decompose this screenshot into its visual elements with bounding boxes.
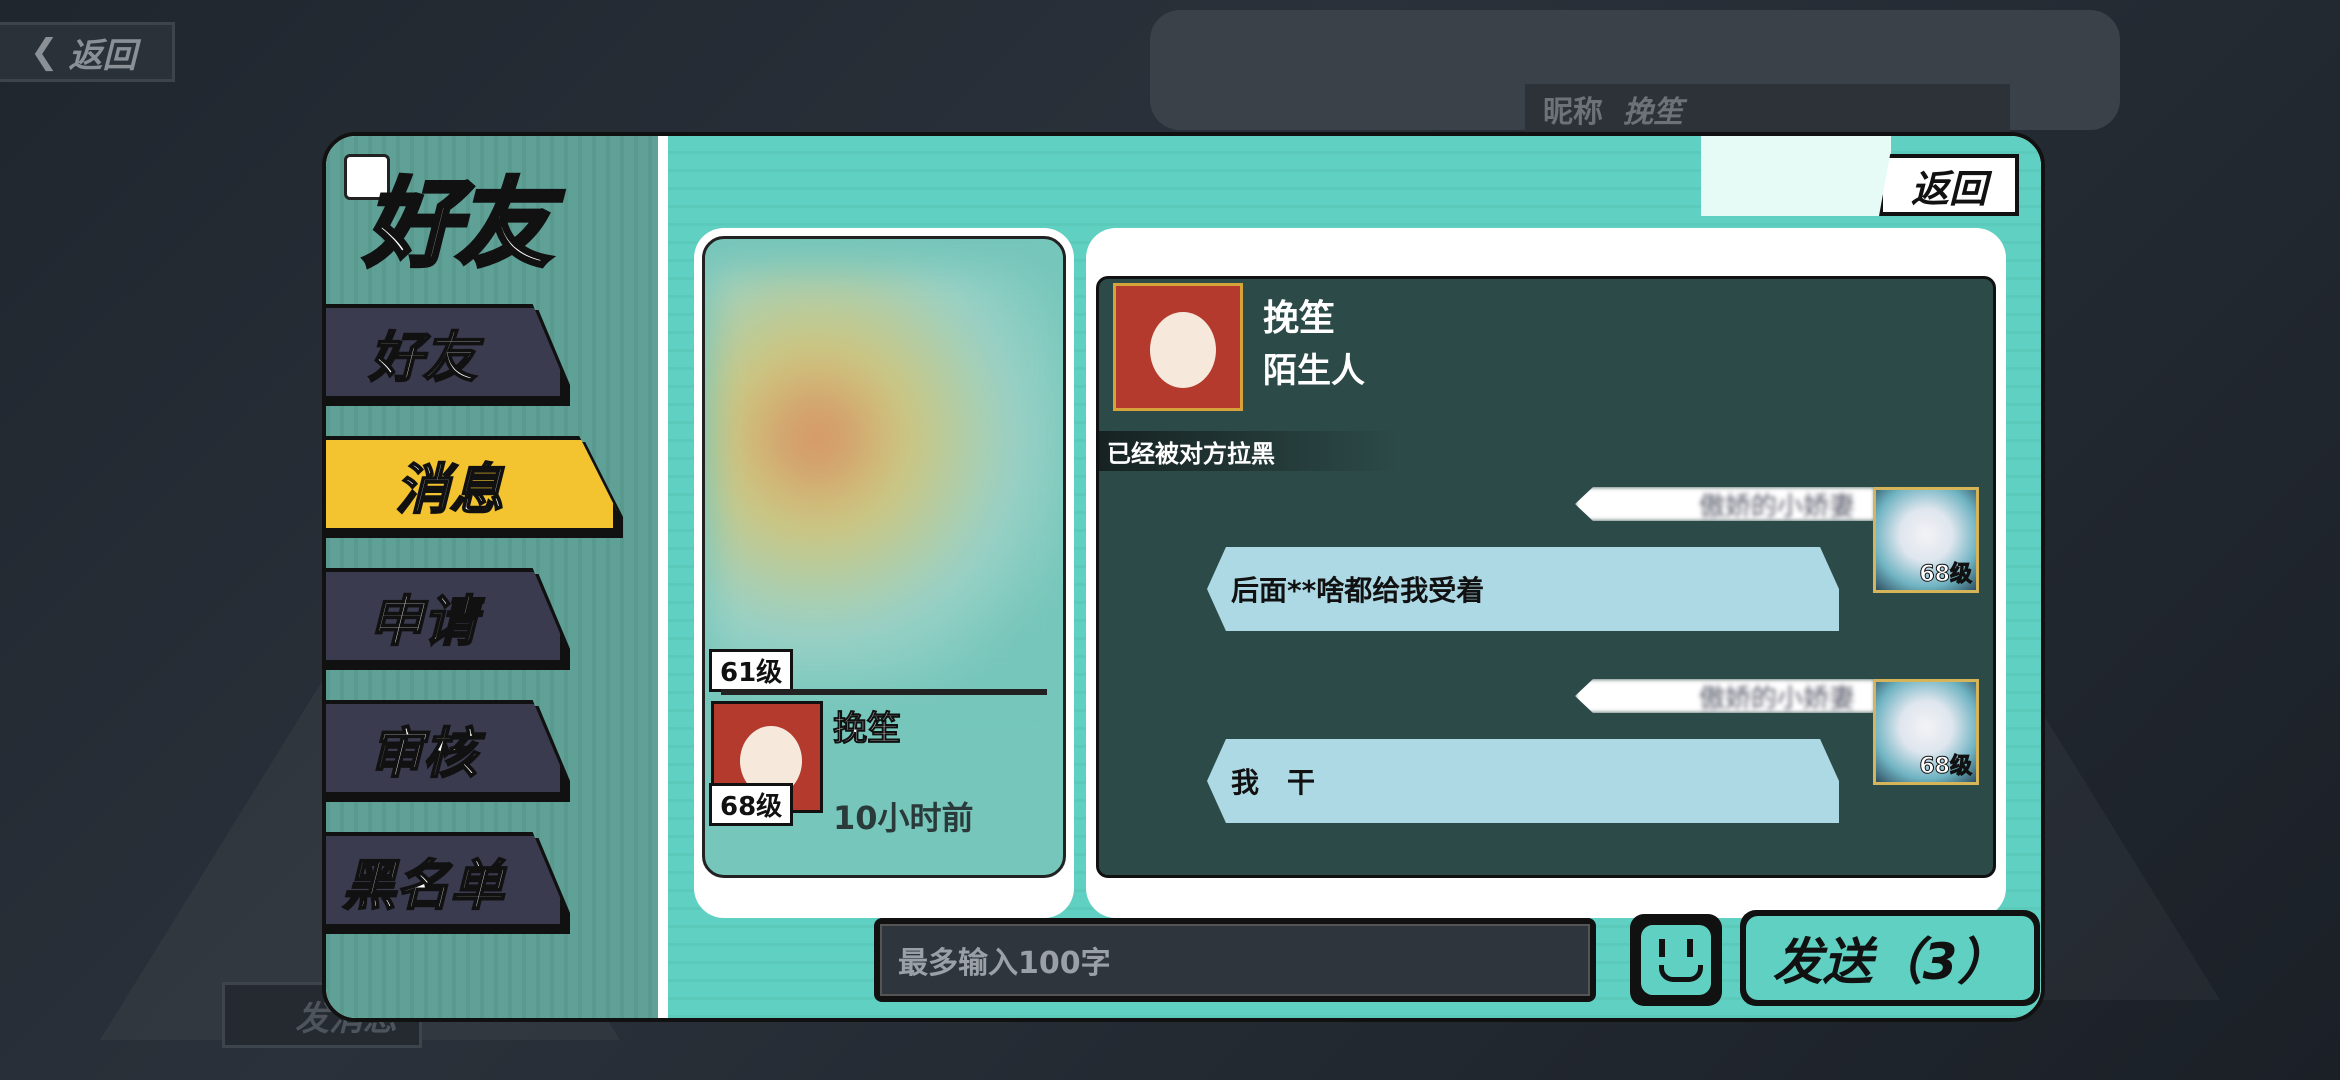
tab-friends-label: 好友 (368, 325, 478, 390)
list-item-name: 挽笙 (833, 709, 902, 750)
message-input-wrapper: 最多输入100字 (874, 918, 1596, 1002)
chevron-left-icon: ❮ (30, 32, 59, 72)
sidebar-divider (658, 136, 668, 1018)
decorative-panel (1701, 136, 1891, 216)
message-bubble: 后面**啥都给我受着 (1207, 547, 1839, 631)
contact-avatar (1113, 283, 1243, 411)
emoji-button[interactable] (1630, 914, 1722, 1006)
my-avatar-level: 68级 (1919, 754, 1973, 780)
message-text: 后面**啥都给我受着 (1231, 574, 1485, 607)
message-sender-name: 傲娇的小娇妻 (1698, 683, 1855, 714)
tab-requests[interactable]: 申请 (326, 568, 564, 664)
tab-messages[interactable]: 消息 (326, 436, 617, 532)
list-item-level: 68级 (709, 783, 794, 826)
send-button[interactable]: 发送（3） (1740, 910, 2040, 1006)
tab-blacklist[interactable]: 黑名单 (326, 832, 564, 928)
friends-sidebar: 好友 好友 消息 申请 审核 黑名单 (326, 136, 658, 1018)
background-back-label: 返回 (68, 35, 137, 76)
messages-content: 返回 61级 68级 挽笙 10小时前 挽笙 陌生人 已经被对方拉黑 傲娇的小娇… (668, 136, 2041, 1018)
message-input-placeholder: 最多输入100字 (898, 946, 1111, 981)
emoji-icon (1641, 925, 1711, 995)
dialog-back-label: 返回 (1910, 166, 1987, 211)
tab-messages-label: 消息 (395, 457, 505, 522)
nickname-label: 昵称 (1543, 95, 1603, 130)
conversation-list[interactable]: 61级 68级 挽笙 10小时前 (702, 236, 1066, 878)
tab-review[interactable]: 审核 (326, 700, 564, 796)
background-nickname-row: 昵称 挽笙 (1525, 84, 2010, 134)
tab-review-label: 审核 (368, 721, 478, 786)
my-avatar-level: 68级 (1919, 562, 1973, 588)
background-back-button[interactable]: ❮ 返回 (0, 22, 175, 82)
blocked-notice-text: 已经被对方拉黑 (1107, 439, 1275, 468)
message-text: 我 干 (1231, 766, 1316, 799)
list-item-time: 10小时前 (833, 799, 974, 837)
tab-blacklist-label: 黑名单 (341, 853, 505, 918)
message-input[interactable]: 最多输入100字 (880, 924, 1590, 996)
contact-relation: 陌生人 (1263, 351, 1365, 391)
my-avatar: 68级 (1873, 679, 1979, 785)
chat-history[interactable]: 挽笙 陌生人 已经被对方拉黑 傲娇的小娇妻 68级 后面**啥都给我受着 傲娇的… (1096, 276, 1996, 878)
blocked-notice: 已经被对方拉黑 (1099, 431, 1399, 471)
list-item-level: 61级 (709, 649, 794, 692)
tab-friends[interactable]: 好友 (326, 304, 564, 400)
my-avatar: 68级 (1873, 487, 1979, 593)
chat-panel: 挽笙 陌生人 已经被对方拉黑 傲娇的小娇妻 68级 后面**啥都给我受着 傲娇的… (1086, 228, 2006, 918)
blurred-list-item (709, 269, 1063, 689)
dialog-back-button[interactable]: 返回 (1879, 154, 2019, 216)
dialog-title: 好友 (362, 166, 554, 282)
contact-name: 挽笙 (1263, 298, 1336, 339)
conversation-list-panel: 61级 68级 挽笙 10小时前 (694, 228, 1074, 918)
message-sender: 傲娇的小娇妻 (1575, 679, 1875, 713)
message-sender: 傲娇的小娇妻 (1575, 487, 1875, 521)
send-button-label: 发送（3） (1746, 916, 2034, 1000)
nickname-value: 挽笙 (1623, 95, 1683, 130)
list-divider (721, 689, 1047, 695)
friends-dialog: 好友 好友 消息 申请 审核 黑名单 返回 61级 68级 挽笙 10小时前 挽… (322, 132, 2045, 1022)
message-sender-name: 傲娇的小娇妻 (1698, 491, 1855, 522)
message-bubble: 我 干 (1207, 739, 1839, 823)
tab-requests-label: 申请 (368, 589, 478, 654)
